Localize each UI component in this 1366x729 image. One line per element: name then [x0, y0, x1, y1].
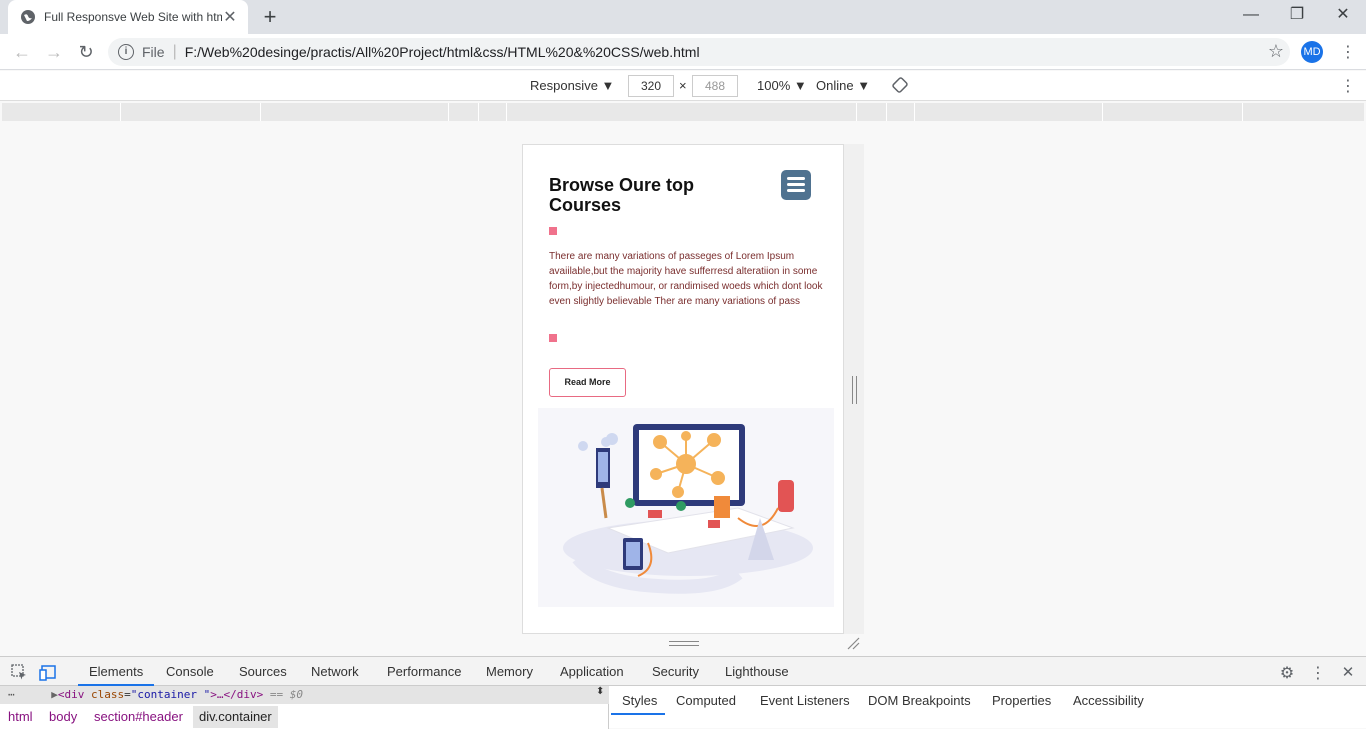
elements-panel: ⋯ ▶<div class="container ">…</div> == $0… [0, 686, 609, 729]
window-close-button[interactable]: ✕ [1320, 0, 1366, 30]
device-viewport: Browse Oure top Courses There are many v… [522, 144, 844, 634]
device-toolbar: Responsive ▼ 320 × 488 100% ▼ Online ▼ ⋮ [0, 71, 1366, 101]
browser-menu-icon[interactable]: ⋮ [1340, 42, 1356, 62]
file-label: File [142, 44, 165, 60]
device-toolbar-menu-icon[interactable]: ⋮ [1340, 76, 1356, 96]
tab-performance[interactable]: Performance [387, 664, 461, 679]
resize-handle-bottom[interactable] [669, 641, 699, 646]
reload-icon[interactable]: ↻ [74, 40, 98, 64]
browser-tabstrip: Full Responsve Web Site with htm ✕ + — ❐… [0, 0, 1366, 34]
tab-elements[interactable]: Elements [89, 664, 143, 679]
forward-arrow-icon[interactable]: → [42, 40, 66, 64]
media-query-ruler[interactable] [2, 103, 1364, 121]
tab-styles[interactable]: Styles [622, 693, 657, 708]
url-text[interactable]: F:/Web%20desinge/practis/All%20Project/h… [185, 44, 700, 60]
breadcrumb-container[interactable]: div.container [193, 706, 278, 728]
page-title: Browse Oure top Courses [549, 175, 695, 215]
tab-console[interactable]: Console [166, 664, 214, 679]
tab-security[interactable]: Security [652, 664, 699, 679]
education-illustration [538, 408, 834, 607]
viewport-height-input[interactable]: 488 [692, 75, 738, 97]
tab-dom-breakpoints[interactable]: DOM Breakpoints [868, 693, 971, 708]
globe-icon [21, 10, 35, 24]
tab-title: Full Responsve Web Site with htm [44, 10, 222, 24]
resize-handle-right[interactable] [852, 376, 857, 404]
info-icon[interactable]: i [118, 44, 134, 60]
tab-sources[interactable]: Sources [239, 664, 287, 679]
browser-tab[interactable]: Full Responsve Web Site with htm ✕ [8, 0, 248, 34]
new-tab-button[interactable]: + [256, 4, 284, 30]
tab-close-icon[interactable]: ✕ [222, 7, 238, 27]
inspect-element-icon[interactable] [10, 663, 28, 681]
dimension-times: × [679, 78, 687, 93]
styles-tab-indicator [611, 713, 665, 715]
breadcrumb-body[interactable]: body [49, 706, 77, 728]
intro-paragraph: There are many variations of passeges of… [549, 251, 823, 307]
tab-computed[interactable]: Computed [676, 693, 736, 708]
bookmark-star-icon[interactable]: ☆ [1268, 41, 1284, 62]
dom-attr-name: class [91, 688, 125, 701]
dom-attr-value: "container " [130, 688, 211, 701]
profile-avatar[interactable]: MD [1301, 41, 1323, 63]
device-mode-select[interactable]: Responsive ▼ [530, 78, 614, 93]
tab-properties[interactable]: Properties [992, 693, 1051, 708]
tab-event-listeners[interactable]: Event Listeners [760, 693, 850, 708]
accent-square [549, 334, 557, 342]
device-toggle-icon[interactable] [39, 663, 57, 681]
address-separator: | [172, 43, 177, 60]
accent-square [549, 227, 557, 235]
hamburger-menu-icon[interactable] [781, 170, 811, 200]
devtools-panel: Elements Console Sources Network Perform… [0, 656, 1366, 729]
back-arrow-icon[interactable]: ← [10, 40, 34, 64]
settings-gear-icon[interactable]: ⚙ [1278, 663, 1296, 682]
styles-panel: Styles Computed Event Listeners DOM Brea… [610, 686, 1366, 729]
devtools-menu-icon[interactable]: ⋮ [1309, 663, 1327, 682]
tab-lighthouse[interactable]: Lighthouse [725, 664, 789, 679]
browser-toolbar: ← → ↻ i File | F:/Web%20desinge/practis/… [0, 34, 1366, 70]
tab-application[interactable]: Application [560, 664, 624, 679]
network-throttle-select[interactable]: Online ▼ [816, 78, 870, 93]
tab-memory[interactable]: Memory [486, 664, 533, 679]
dom-ref: == $0 [269, 688, 303, 701]
dom-open-tag: <div [57, 688, 85, 701]
devtools-close-icon[interactable]: ✕ [1339, 663, 1357, 681]
selected-dom-node[interactable]: ⋯ ▶<div class="container ">…</div> == $0 [0, 686, 609, 704]
tab-accessibility[interactable]: Accessibility [1073, 693, 1144, 708]
rotate-icon[interactable] [892, 77, 908, 93]
viewport-width-input[interactable]: 320 [628, 75, 674, 97]
restore-button[interactable]: ❐ [1274, 0, 1320, 30]
dom-rest: >…</div> [210, 688, 264, 701]
scroll-arrows-icon[interactable]: ⬍ [596, 686, 604, 697]
breadcrumb-html[interactable]: html [8, 706, 33, 728]
zoom-select[interactable]: 100% ▼ [757, 78, 807, 93]
resize-corner-icon[interactable] [846, 636, 860, 650]
devtools-tab-bar: Elements Console Sources Network Perform… [0, 657, 1366, 686]
breadcrumb-section[interactable]: section#header [94, 706, 183, 728]
tab-network[interactable]: Network [311, 664, 359, 679]
minimize-button[interactable]: — [1228, 0, 1274, 30]
address-bar[interactable]: i File | F:/Web%20desinge/practis/All%20… [108, 38, 1290, 66]
read-more-button[interactable]: Read More [549, 368, 626, 397]
